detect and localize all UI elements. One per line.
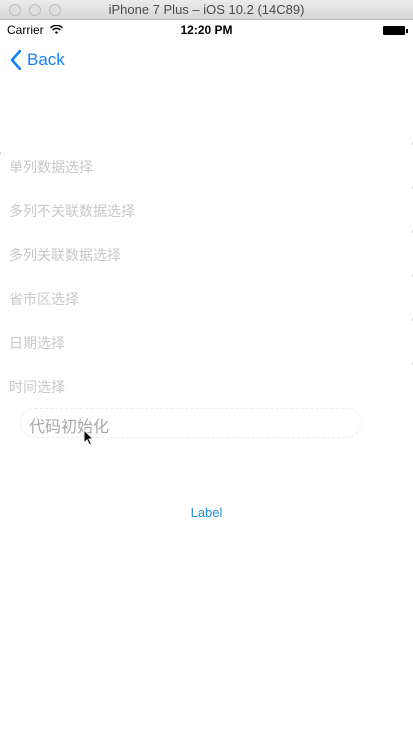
battery-icon	[383, 26, 408, 35]
list-item-province-city[interactable]: 省市区选择	[9, 289, 79, 309]
code-init-button[interactable]: 代码初始化	[20, 408, 362, 438]
list-item-multi-unlinked[interactable]: 多列不关联数据选择	[9, 201, 135, 221]
chevron-left-icon	[10, 50, 21, 70]
status-time: 12:20 PM	[180, 23, 233, 37]
list-item-multi-linked[interactable]: 多列关联数据选择	[9, 245, 121, 265]
list-item-date[interactable]: 日期选择	[9, 333, 65, 353]
code-init-label: 代码初始化	[29, 419, 110, 436]
window-title: iPhone 7 Plus – iOS 10.2 (14C89)	[108, 2, 305, 17]
mouse-pointer-icon	[83, 428, 95, 451]
list-item-single-column[interactable]: 单列数据选择	[9, 157, 93, 177]
list-item-time[interactable]: 时间选择	[9, 377, 65, 397]
back-label: Back	[27, 50, 65, 69]
result-label: Label	[190, 505, 223, 520]
navigation-bar: Back	[0, 40, 413, 84]
status-bar: Carrier 12:20 PM	[0, 20, 413, 40]
simulator-title-bar: iPhone 7 Plus – iOS 10.2 (14C89)	[0, 0, 413, 20]
divider	[0, 152, 1, 155]
back-button[interactable]: Back	[10, 50, 65, 70]
